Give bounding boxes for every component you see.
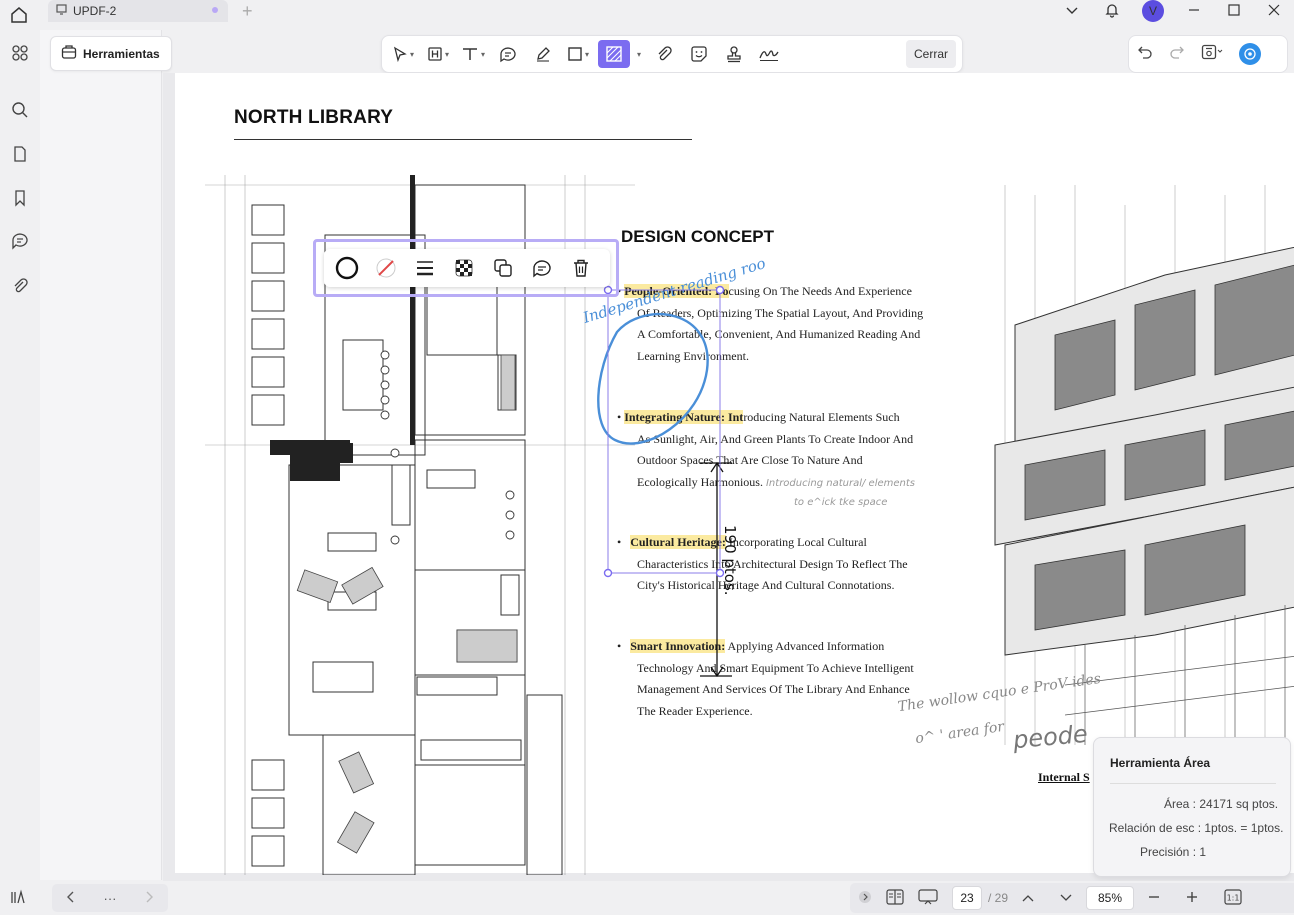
collapse-icon[interactable] bbox=[858, 890, 872, 907]
text-tool[interactable]: ▾ bbox=[458, 40, 488, 68]
history-tools bbox=[1128, 35, 1288, 73]
svg-text:1:1: 1:1 bbox=[1227, 893, 1240, 902]
divider bbox=[1110, 783, 1276, 784]
home-icon[interactable] bbox=[0, 0, 38, 30]
chevron-down-icon[interactable] bbox=[1052, 3, 1092, 19]
area-tool-panel: Herramienta Área Área : 24171 sq ptos. R… bbox=[1093, 737, 1291, 877]
bookmark-icon[interactable] bbox=[8, 186, 32, 210]
copy-icon[interactable] bbox=[487, 253, 520, 283]
attachment-tool[interactable] bbox=[649, 40, 679, 68]
current-page-input[interactable]: 23 bbox=[952, 886, 982, 910]
page-nav: ··· bbox=[52, 884, 168, 912]
save-icon[interactable] bbox=[1201, 44, 1223, 64]
page-title: NORTH LIBRARY bbox=[234, 107, 394, 128]
document-tab-icon bbox=[56, 4, 67, 18]
close-toolbar-button[interactable]: Cerrar bbox=[905, 40, 956, 68]
minimize-icon[interactable] bbox=[1174, 3, 1214, 20]
area-tool-title: Herramienta Área bbox=[1110, 756, 1211, 770]
tools-button-label: Herramientas bbox=[83, 46, 160, 61]
zoom-in-icon[interactable] bbox=[1186, 890, 1198, 906]
actual-size-icon[interactable]: 1:1 bbox=[1224, 888, 1242, 908]
presentation-icon[interactable] bbox=[918, 888, 938, 908]
bell-icon[interactable] bbox=[1092, 2, 1132, 21]
line-weight-button[interactable] bbox=[408, 253, 441, 283]
chevron-down-icon: ▾ bbox=[444, 49, 449, 59]
undo-icon[interactable] bbox=[1137, 44, 1153, 64]
internal-label: Internal S bbox=[1038, 770, 1090, 784]
tools-panel: Herramientas bbox=[40, 30, 172, 880]
window-controls: V bbox=[1052, 0, 1294, 22]
avatar[interactable]: V bbox=[1142, 0, 1164, 22]
redo-icon[interactable] bbox=[1169, 44, 1185, 64]
document-tab-title: UPDF-2 bbox=[73, 4, 117, 18]
total-pages: / 29 bbox=[988, 891, 1009, 905]
library-icon[interactable] bbox=[10, 889, 26, 909]
context-toolbar-body bbox=[324, 249, 610, 287]
annotation-context-toolbar bbox=[313, 239, 619, 297]
dimension-label: 190 ptos. bbox=[721, 525, 739, 596]
fill-color-button[interactable] bbox=[369, 253, 402, 283]
chevron-left-icon[interactable] bbox=[66, 891, 76, 906]
comments-icon[interactable] bbox=[8, 229, 32, 253]
chevron-down-icon: ▾ bbox=[480, 49, 485, 59]
area-value: Área : 24171 sq ptos. bbox=[1164, 797, 1279, 811]
stamp-tool[interactable] bbox=[719, 40, 749, 68]
building-sketch bbox=[994, 185, 1294, 745]
search-icon[interactable] bbox=[8, 98, 32, 122]
area-measure-tool[interactable] bbox=[598, 40, 630, 68]
unsaved-dot bbox=[212, 7, 218, 13]
ink-annotations: Independent reading roo 190 ptos. bbox=[580, 254, 768, 678]
chevron-down-icon[interactable] bbox=[1060, 890, 1072, 906]
handwritten-note: to e^ick tke space bbox=[794, 497, 888, 509]
handwritten-note: Introducing natural/ elements bbox=[765, 477, 915, 489]
tools-button[interactable]: Herramientas bbox=[50, 36, 172, 71]
sticker-tool[interactable] bbox=[684, 40, 714, 68]
scale-ratio: Relación de esc : 1ptos. = 1ptos. bbox=[1109, 821, 1284, 835]
maximize-icon[interactable] bbox=[1214, 3, 1254, 20]
zoom-level[interactable]: 85% bbox=[1086, 886, 1135, 910]
view-controls: 23 / 29 85% 1:1 bbox=[850, 883, 1294, 913]
chevron-right-icon[interactable] bbox=[144, 891, 154, 906]
highlight-tool[interactable]: ▾ bbox=[423, 40, 453, 68]
chevron-down-icon[interactable]: ▾ bbox=[637, 50, 641, 59]
title-bar: UPDF-2 + V bbox=[0, 0, 1294, 30]
chevron-down-icon: ▾ bbox=[584, 49, 589, 59]
trash-icon[interactable] bbox=[565, 253, 598, 283]
status-bar: ··· 23 / 29 85% 1:1 bbox=[0, 881, 1294, 915]
precision-value: Precisión : 1 bbox=[1140, 845, 1207, 859]
pages-icon[interactable] bbox=[8, 142, 32, 166]
toolbox-icon bbox=[61, 44, 77, 63]
close-icon[interactable] bbox=[1254, 3, 1294, 20]
signature-tool[interactable] bbox=[754, 40, 784, 68]
title-rule bbox=[234, 139, 692, 140]
shape-tool[interactable]: ▾ bbox=[563, 40, 593, 68]
pencil-tool[interactable] bbox=[528, 40, 558, 68]
ai-assistant-icon[interactable] bbox=[1239, 43, 1261, 65]
select-tool[interactable]: ▾ bbox=[388, 40, 418, 68]
document-tab[interactable]: UPDF-2 bbox=[48, 0, 228, 22]
page-layout-icon[interactable] bbox=[886, 888, 904, 908]
chevron-down-icon: ▾ bbox=[409, 49, 414, 59]
opacity-button[interactable] bbox=[447, 253, 480, 283]
stroke-color-button[interactable] bbox=[330, 253, 363, 283]
annotation-toolbar: ▾ ▾ ▾ ▾ ▾ Cerrar bbox=[381, 35, 963, 73]
attachment-icon[interactable] bbox=[8, 274, 32, 298]
comment-tool[interactable] bbox=[493, 40, 523, 68]
handwritten-note: peode bbox=[1011, 719, 1089, 755]
new-tab-button[interactable]: + bbox=[242, 1, 253, 22]
chevron-up-icon[interactable] bbox=[1022, 890, 1034, 906]
more-button[interactable]: ··· bbox=[103, 891, 116, 906]
zoom-out-icon[interactable] bbox=[1148, 890, 1160, 906]
grid-icon[interactable] bbox=[8, 41, 32, 65]
left-rail bbox=[0, 30, 40, 915]
section-title: DESIGN CONCEPT bbox=[621, 227, 775, 246]
comment-icon[interactable] bbox=[526, 253, 559, 283]
